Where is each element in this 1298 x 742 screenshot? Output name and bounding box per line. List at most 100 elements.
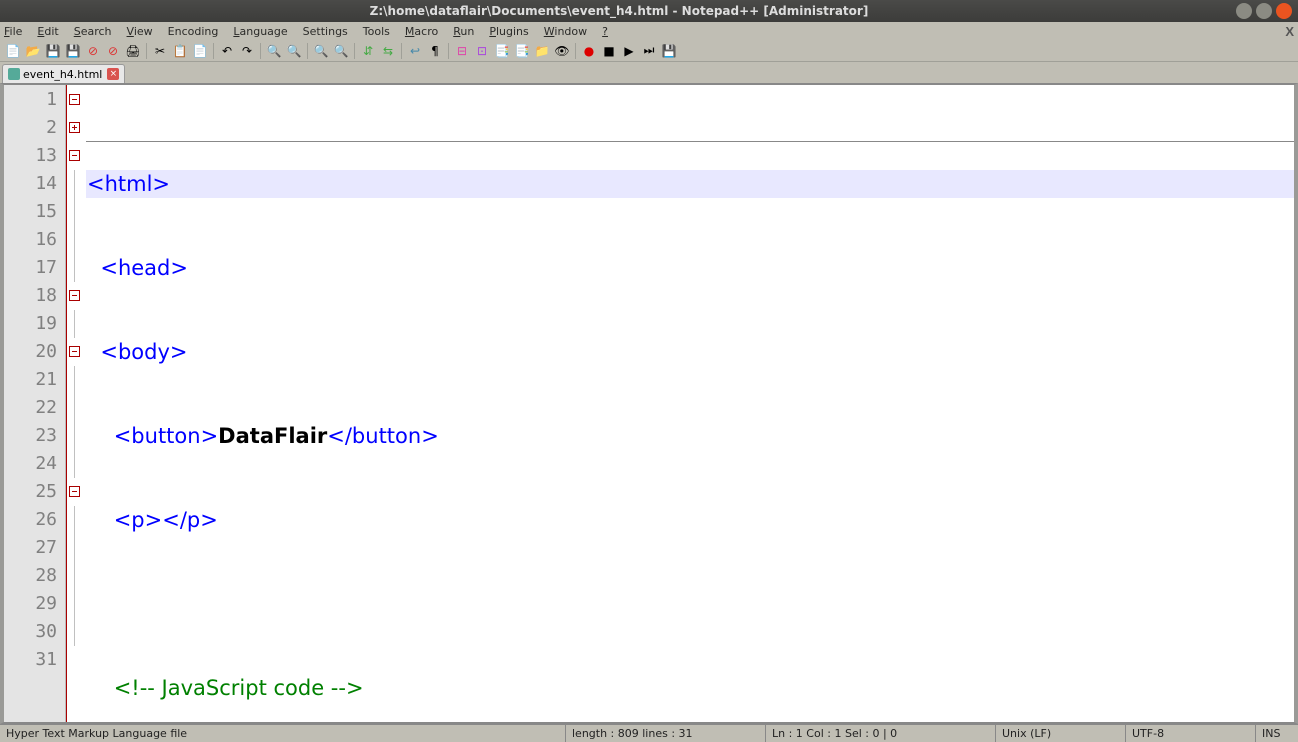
menu-plugins[interactable]: Plugins — [489, 25, 528, 38]
save-icon[interactable]: 💾 — [44, 42, 62, 60]
fold-minus-icon[interactable] — [69, 486, 80, 497]
monitor-icon[interactable]: 👁 — [553, 42, 571, 60]
allchars-icon[interactable]: ¶ — [426, 42, 444, 60]
status-eol[interactable]: Unix (LF) — [995, 725, 1125, 742]
menu-search[interactable]: Search — [74, 25, 112, 38]
line-number: 22 — [4, 394, 65, 422]
line-number: 25 — [4, 478, 65, 506]
fold-minus-icon[interactable] — [69, 150, 80, 161]
redo-icon[interactable]: ↷ — [238, 42, 256, 60]
fold-column — [66, 85, 86, 722]
line-number: 17 — [4, 254, 65, 282]
menu-view[interactable]: View — [127, 25, 153, 38]
menu-bar: File Edit Search View Encoding Language … — [0, 22, 1298, 40]
fold-minus-icon[interactable] — [69, 346, 80, 357]
record-icon[interactable]: ● — [580, 42, 598, 60]
line-number: 24 — [4, 450, 65, 478]
toolbar-separator — [260, 43, 261, 59]
line-number: 29 — [4, 590, 65, 618]
stop-icon[interactable]: ■ — [600, 42, 618, 60]
window-title: Z:\home\dataflair\Documents\event_h4.htm… — [6, 4, 1232, 18]
minimize-icon[interactable] — [1236, 3, 1252, 19]
close-doc-x-icon[interactable]: X — [1285, 24, 1294, 39]
open-icon[interactable]: 📂 — [24, 42, 42, 60]
editor[interactable]: 1 2 13 14 15 16 17 18 19 20 21 22 23 24 … — [0, 83, 1298, 724]
line-number: 21 — [4, 366, 65, 394]
menu-settings[interactable]: Settings — [303, 25, 348, 38]
toolbar-separator — [354, 43, 355, 59]
status-position: Ln : 1 Col : 1 Sel : 0 | 0 — [765, 725, 995, 742]
sync-v-icon[interactable]: ⇵ — [359, 42, 377, 60]
tab-label: event_h4.html — [23, 68, 102, 81]
line-number: 18 — [4, 282, 65, 310]
menu-macro[interactable]: Macro — [405, 25, 438, 38]
title-bar: Z:\home\dataflair\Documents\event_h4.htm… — [0, 0, 1298, 22]
play-icon[interactable]: ▶ — [620, 42, 638, 60]
toolbar-separator — [401, 43, 402, 59]
status-bar: Hyper Text Markup Language file length :… — [0, 724, 1298, 742]
toolbar-separator — [575, 43, 576, 59]
sync-h-icon[interactable]: ⇆ — [379, 42, 397, 60]
menu-encoding[interactable]: Encoding — [168, 25, 219, 38]
toolbar: 📄 📂 💾 💾 ⊘ ⊘ 🖨 ✂ 📋 📄 ↶ ↷ 🔍 🔍 🔍 🔍 ⇵ ⇆ ↩ ¶ … — [0, 40, 1298, 62]
print-icon[interactable]: 🖨 — [124, 42, 142, 60]
toolbar-separator — [146, 43, 147, 59]
file-icon — [8, 68, 20, 80]
line-number: 13 — [4, 142, 65, 170]
close-all-icon[interactable]: ⊘ — [104, 42, 122, 60]
menu-edit[interactable]: Edit — [37, 25, 58, 38]
tab-active[interactable]: event_h4.html × — [2, 64, 125, 83]
maximize-icon[interactable] — [1256, 3, 1272, 19]
fold-plus-icon[interactable] — [69, 122, 80, 133]
folder-icon[interactable]: 📁 — [533, 42, 551, 60]
tab-bar: event_h4.html × — [0, 62, 1298, 83]
doc-map-icon[interactable]: 📑 — [493, 42, 511, 60]
cut-icon[interactable]: ✂ — [151, 42, 169, 60]
line-number: 19 — [4, 310, 65, 338]
toolbar-separator — [448, 43, 449, 59]
close-icon[interactable]: ⊘ — [84, 42, 102, 60]
replace-icon[interactable]: 🔍 — [285, 42, 303, 60]
close-icon[interactable] — [1276, 3, 1292, 19]
copy-icon[interactable]: 📋 — [171, 42, 189, 60]
status-mode[interactable]: INS — [1255, 725, 1298, 742]
line-number-gutter: 1 2 13 14 15 16 17 18 19 20 21 22 23 24 … — [4, 85, 66, 722]
undo-icon[interactable]: ↶ — [218, 42, 236, 60]
new-icon[interactable]: 📄 — [4, 42, 22, 60]
save-macro-icon[interactable]: 💾 — [660, 42, 678, 60]
zoom-in-icon[interactable]: 🔍 — [312, 42, 330, 60]
menu-language[interactable]: Language — [233, 25, 287, 38]
line-number: 30 — [4, 618, 65, 646]
line-number: 20 — [4, 338, 65, 366]
indent-guide-icon[interactable]: ⊟ — [453, 42, 471, 60]
menu-window[interactable]: Window — [544, 25, 587, 38]
line-number: 2 — [4, 114, 65, 142]
menu-tools[interactable]: Tools — [363, 25, 390, 38]
code-area[interactable]: <html> <head> <body> <button>DataFlair</… — [86, 85, 1294, 722]
play-multi-icon[interactable]: ⏭ — [640, 42, 658, 60]
find-icon[interactable]: 🔍 — [265, 42, 283, 60]
menu-run[interactable]: Run — [453, 25, 474, 38]
line-number: 16 — [4, 226, 65, 254]
toolbar-separator — [307, 43, 308, 59]
line-number: 15 — [4, 198, 65, 226]
status-encoding[interactable]: UTF-8 — [1125, 725, 1255, 742]
line-number: 27 — [4, 534, 65, 562]
zoom-out-icon[interactable]: 🔍 — [332, 42, 350, 60]
lang-icon[interactable]: ⊡ — [473, 42, 491, 60]
wrap-icon[interactable]: ↩ — [406, 42, 424, 60]
line-number: 14 — [4, 170, 65, 198]
paste-icon[interactable]: 📄 — [191, 42, 209, 60]
line-number: 31 — [4, 646, 65, 674]
fold-minus-icon[interactable] — [69, 290, 80, 301]
toolbar-separator — [213, 43, 214, 59]
status-length: length : 809 lines : 31 — [565, 725, 765, 742]
menu-help[interactable]: ? — [602, 25, 608, 38]
status-language: Hyper Text Markup Language file — [0, 725, 565, 742]
menu-file[interactable]: File — [4, 25, 22, 38]
fold-minus-icon[interactable] — [69, 94, 80, 105]
save-all-icon[interactable]: 💾 — [64, 42, 82, 60]
tab-close-icon[interactable]: × — [107, 68, 119, 80]
line-number: 1 — [4, 86, 65, 114]
func-list-icon[interactable]: 📑 — [513, 42, 531, 60]
